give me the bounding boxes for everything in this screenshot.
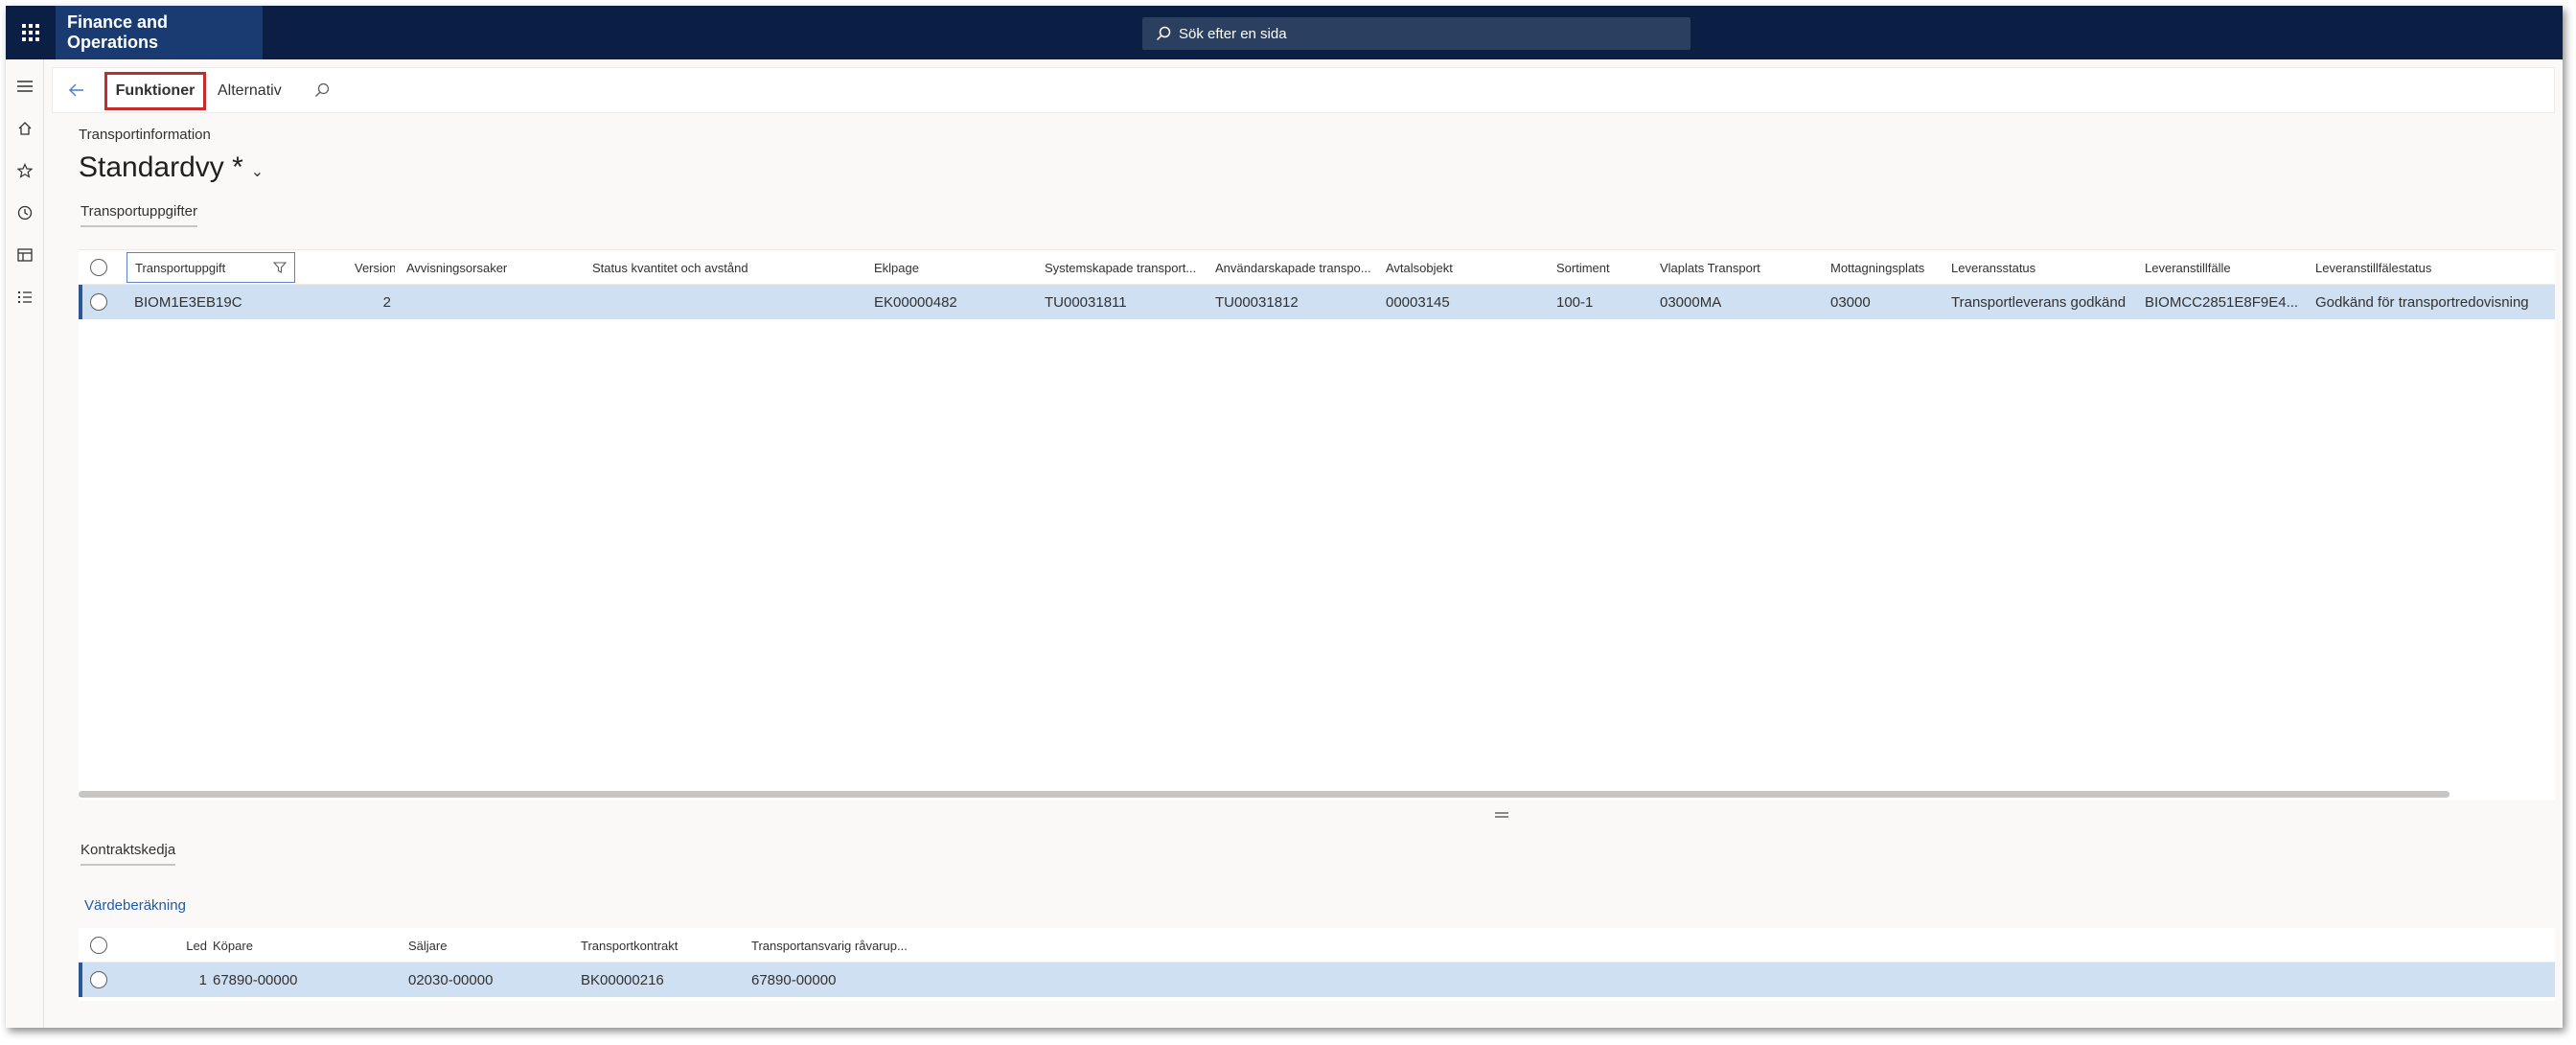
app-launcher-button[interactable] <box>6 6 56 59</box>
column-header-sortiment[interactable]: Sortiment <box>1556 250 1652 285</box>
column-header-avvisningsorsaker[interactable]: Avvisningsorsaker <box>406 250 588 285</box>
vardeberakning-link[interactable]: Värdeberäkning <box>84 897 186 914</box>
cell-saljare[interactable]: 02030-00000 <box>408 963 571 997</box>
column-header-eklpage[interactable]: Eklpage <box>874 250 1037 285</box>
cell-leveransstatus: Transportleverans godkänd <box>1951 293 2127 311</box>
tab-transportuppgifter[interactable]: Transportuppgifter <box>80 203 198 227</box>
pane-splitter-handle[interactable] <box>1495 812 1508 818</box>
search-icon <box>315 82 330 97</box>
table-row[interactable]: BIOM1E3EB19C 2 EK00000482 TU00031811 TU0… <box>79 285 2555 319</box>
cell-sortiment: 100-1 <box>1556 293 1594 311</box>
breadcrumb: Transportinformation <box>79 127 211 143</box>
table-row[interactable]: 1 67890-00000 02030-00000 BK00000216 678… <box>79 963 2555 997</box>
action-search-button[interactable] <box>311 80 333 101</box>
home-icon <box>18 122 32 135</box>
home-button[interactable] <box>6 109 44 148</box>
options-button[interactable]: Alternativ <box>218 72 282 110</box>
column-header-vlaplats[interactable]: Vlaplats Transport <box>1660 250 1823 285</box>
page-title: Standardvy * <box>79 151 243 183</box>
workspace-icon <box>17 248 33 262</box>
favorites-button[interactable] <box>6 151 44 190</box>
column-header-systemskapade[interactable]: Systemskapade transport... <box>1045 250 1208 285</box>
cell-transportuppgift[interactable]: BIOM1E3EB19C <box>134 285 307 319</box>
column-header-saljare[interactable]: Säljare <box>408 928 571 963</box>
top-navigation-bar: Finance and Operations Sök efter en sida <box>6 6 2563 59</box>
back-button[interactable] <box>66 80 87 101</box>
hamburger-menu-button[interactable] <box>6 67 44 105</box>
column-header-leveranstillfallestatus[interactable]: Leveranstillfälestatus <box>2315 250 2555 285</box>
cell-transportkontrakt[interactable]: BK00000216 <box>581 963 744 997</box>
cell-systemskapade[interactable]: TU00031811 <box>1045 285 1208 319</box>
action-pane: Funktioner Alternativ <box>52 67 2555 113</box>
row-select-radio[interactable] <box>90 963 113 997</box>
cell-vlaplats[interactable]: 03000MA <box>1660 285 1823 319</box>
recent-button[interactable] <box>6 194 44 232</box>
app-window: Finance and Operations Sök efter en sida <box>6 6 2563 1028</box>
column-header-version[interactable]: Version <box>355 250 395 285</box>
global-search-input[interactable]: Sök efter en sida <box>1142 17 1690 50</box>
column-header-kopare[interactable]: Köpare <box>213 928 376 963</box>
hamburger-icon <box>17 81 33 92</box>
waffle-icon <box>22 24 39 41</box>
chevron-down-icon: ⌄ <box>250 164 264 180</box>
column-header-avtalsobjekt[interactable]: Avtalsobjekt <box>1386 250 1549 285</box>
cell-eklpage[interactable]: EK00000482 <box>874 285 1037 319</box>
tab-kontraktskedja[interactable]: Kontraktskedja <box>80 842 176 866</box>
search-icon <box>1156 26 1171 41</box>
cell-avvisningsorsaker <box>406 285 588 319</box>
cell-anvandarskapade[interactable]: TU00031812 <box>1215 285 1380 319</box>
list-icon <box>18 291 32 303</box>
contract-chain-grid: Led Köpare Säljare Transportkontrakt Tra… <box>79 928 2555 1001</box>
column-header-leveranstillfalle[interactable]: Leveranstillfälle <box>2145 250 2308 285</box>
cell-kopare[interactable]: 67890-00000 <box>213 963 376 997</box>
grid-header: Transportuppgift Version Avvisningsorsak… <box>79 250 2555 285</box>
back-arrow-icon <box>69 83 83 97</box>
cell-mottagningsplats[interactable]: 03000 <box>1830 285 1949 319</box>
cell-led: 1 <box>198 971 207 988</box>
filter-icon[interactable] <box>273 262 287 273</box>
cell-leveranstillfallestatus: Godkänd för transportredovisning <box>2315 293 2529 311</box>
column-header-status[interactable]: Status kvantitet och avstånd <box>592 250 861 285</box>
select-all-radio[interactable] <box>90 928 113 963</box>
column-header-transportansvarig[interactable]: Transportansvarig råvarup... <box>751 928 943 963</box>
column-header-led[interactable]: Led <box>174 928 207 963</box>
star-icon <box>17 163 33 178</box>
row-select-radio[interactable] <box>90 285 113 319</box>
select-all-radio[interactable] <box>90 250 113 285</box>
grid-header: Led Köpare Säljare Transportkontrakt Tra… <box>79 928 2555 963</box>
app-title[interactable]: Finance and Operations <box>56 6 263 59</box>
clock-icon <box>17 205 33 221</box>
functions-button[interactable]: Funktioner <box>104 72 206 110</box>
cell-leveranstillfalle: BIOMCC2851E8F9E4... <box>2145 293 2299 311</box>
column-header-transportkontrakt[interactable]: Transportkontrakt <box>581 928 744 963</box>
view-selector[interactable]: Standardvy * ⌄ <box>79 151 264 184</box>
column-header-mottagningsplats[interactable]: Mottagningsplats <box>1830 250 1949 285</box>
navigation-rail <box>6 59 44 1028</box>
column-header-anvandarskapade[interactable]: Användarskapade transpo... <box>1215 250 1380 285</box>
horizontal-scrollbar[interactable] <box>79 791 2450 798</box>
column-header-transportuppgift[interactable]: Transportuppgift <box>126 252 295 283</box>
workspaces-button[interactable] <box>6 236 44 274</box>
search-placeholder: Sök efter en sida <box>1179 25 1287 42</box>
column-header-leveransstatus[interactable]: Leveransstatus <box>1951 250 2143 285</box>
cell-status <box>592 285 861 319</box>
modules-button[interactable] <box>6 278 44 316</box>
cell-avtalsobjekt: 00003145 <box>1386 293 1450 311</box>
cell-transportansvarig[interactable]: 67890-00000 <box>751 963 943 997</box>
transport-grid: Transportuppgift Version Avvisningsorsak… <box>79 249 2555 800</box>
cell-version: 2 <box>382 293 391 311</box>
